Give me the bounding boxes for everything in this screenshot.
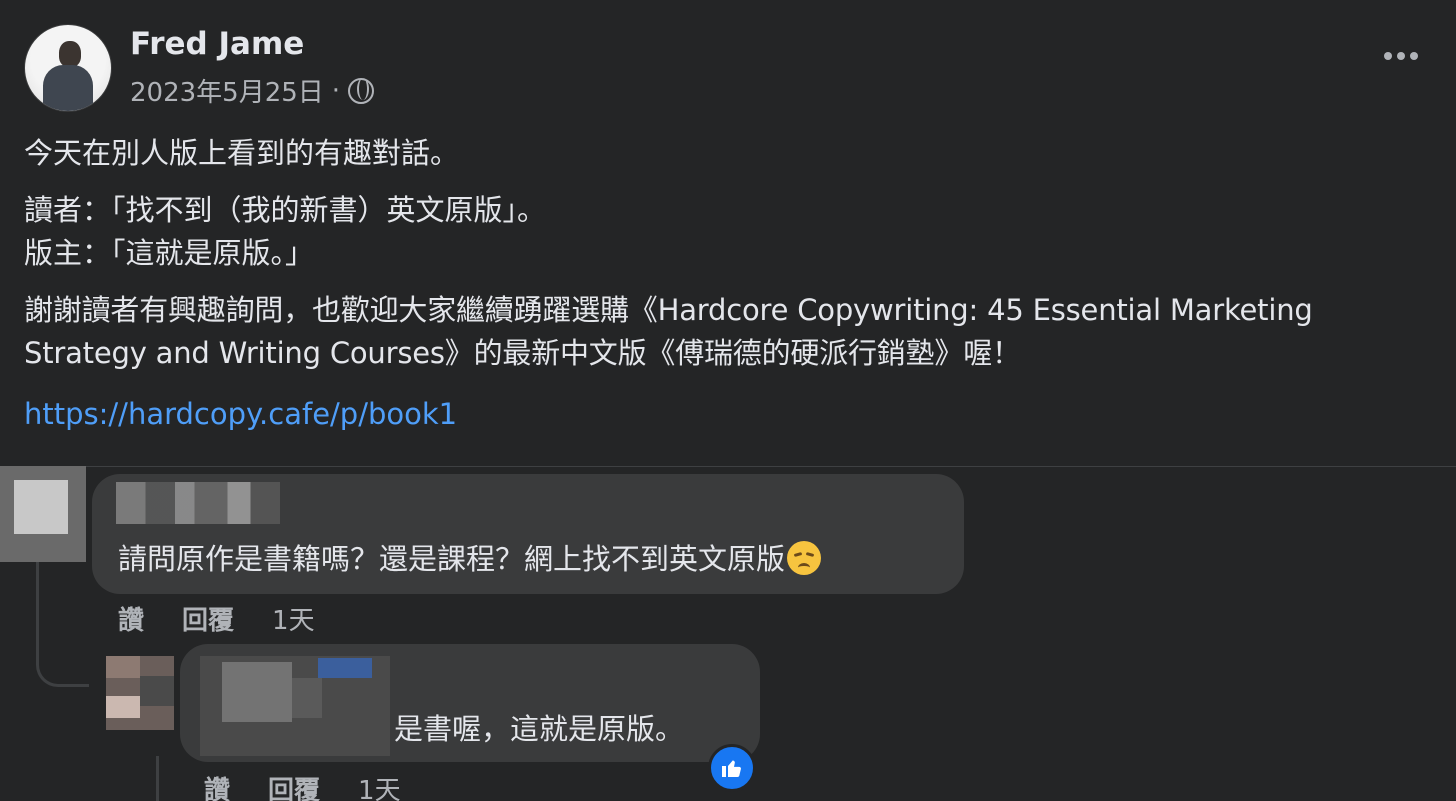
comment-bubble: 請問原作是書籍嗎？還是課程？網上找不到英文原版 bbox=[92, 474, 964, 594]
more-dot bbox=[1410, 52, 1418, 60]
reply-action[interactable]: 回覆 bbox=[182, 600, 234, 637]
comment-text-row: 請問原作是書籍嗎？還是課程？網上找不到英文原版 bbox=[118, 536, 822, 578]
post-paragraph-thanks: 謝謝讀者有興趣詢問，也歡迎大家繼續踴躍選購《Hardcore Copywriti… bbox=[24, 289, 1444, 375]
facebook-post-view: Fred Jame 2023年5月25日 · 今天在別人版上看到的有趣對話。 讀… bbox=[0, 0, 1456, 801]
thanks-line-1: 謝謝讀者有興趣詢問，也歡迎大家繼續踴躍選購《Hardcore Copywriti… bbox=[24, 293, 1313, 327]
reply-bubble: 是書喔，這就是原版。 bbox=[180, 644, 760, 762]
post-link[interactable]: https://hardcopy.cafe/p/book1 bbox=[24, 393, 457, 436]
comment-actions: 讚 回覆 1天 bbox=[118, 600, 315, 637]
comments-divider bbox=[0, 466, 1456, 467]
reply-thread-line-lower bbox=[156, 756, 159, 801]
reply-action[interactable]: 回覆 bbox=[268, 770, 320, 801]
more-options-button[interactable] bbox=[1384, 52, 1418, 60]
comment-time[interactable]: 1天 bbox=[272, 600, 315, 637]
disappointed-face-icon bbox=[787, 541, 822, 575]
replier-name-blurred[interactable] bbox=[200, 656, 390, 756]
dialog-line-reader: 讀者：「找不到（我的新書）英文原版」。 bbox=[24, 193, 547, 227]
avatar-body bbox=[43, 65, 93, 111]
reply-text: 是書喔，這就是原版。 bbox=[394, 712, 685, 746]
comment-text: 請問原作是書籍嗎？還是課程？網上找不到英文原版 bbox=[118, 542, 786, 576]
thanks-line-2: Strategy and Writing Courses》的最新中文版《傅瑞德的… bbox=[24, 336, 1021, 370]
more-dot bbox=[1384, 52, 1392, 60]
commenter-name-blurred[interactable] bbox=[116, 482, 280, 524]
dialog-line-admin: 版主：「這就是原版。」 bbox=[24, 236, 315, 270]
post-meta: 2023年5月25日 · bbox=[130, 72, 375, 109]
like-icon bbox=[722, 760, 741, 777]
like-action[interactable]: 讚 bbox=[204, 770, 230, 801]
avatar-head bbox=[59, 41, 81, 67]
meta-separator: · bbox=[331, 75, 341, 106]
reply-time[interactable]: 1天 bbox=[358, 770, 401, 801]
like-reaction-badge[interactable] bbox=[708, 744, 756, 792]
more-dot bbox=[1397, 52, 1405, 60]
reply-actions: 讚 回覆 1天 bbox=[204, 770, 401, 801]
replier-avatar-blurred[interactable] bbox=[106, 656, 174, 730]
reply-thread-line bbox=[36, 562, 89, 687]
globe-icon bbox=[348, 77, 375, 104]
post-body: 今天在別人版上看到的有趣對話。 讀者：「找不到（我的新書）英文原版」。 版主：「… bbox=[24, 132, 1444, 436]
post-dialog: 讀者：「找不到（我的新書）英文原版」。 版主：「這就是原版。」 bbox=[24, 189, 1444, 275]
author-avatar[interactable] bbox=[24, 24, 112, 112]
emoji-mouth bbox=[798, 563, 811, 572]
commenter-avatar-blurred[interactable] bbox=[0, 466, 86, 562]
like-action[interactable]: 讚 bbox=[118, 600, 144, 637]
post-paragraph-intro: 今天在別人版上看到的有趣對話。 bbox=[24, 136, 460, 170]
author-name[interactable]: Fred Jame bbox=[130, 26, 304, 62]
post-date[interactable]: 2023年5月25日 bbox=[130, 72, 324, 109]
